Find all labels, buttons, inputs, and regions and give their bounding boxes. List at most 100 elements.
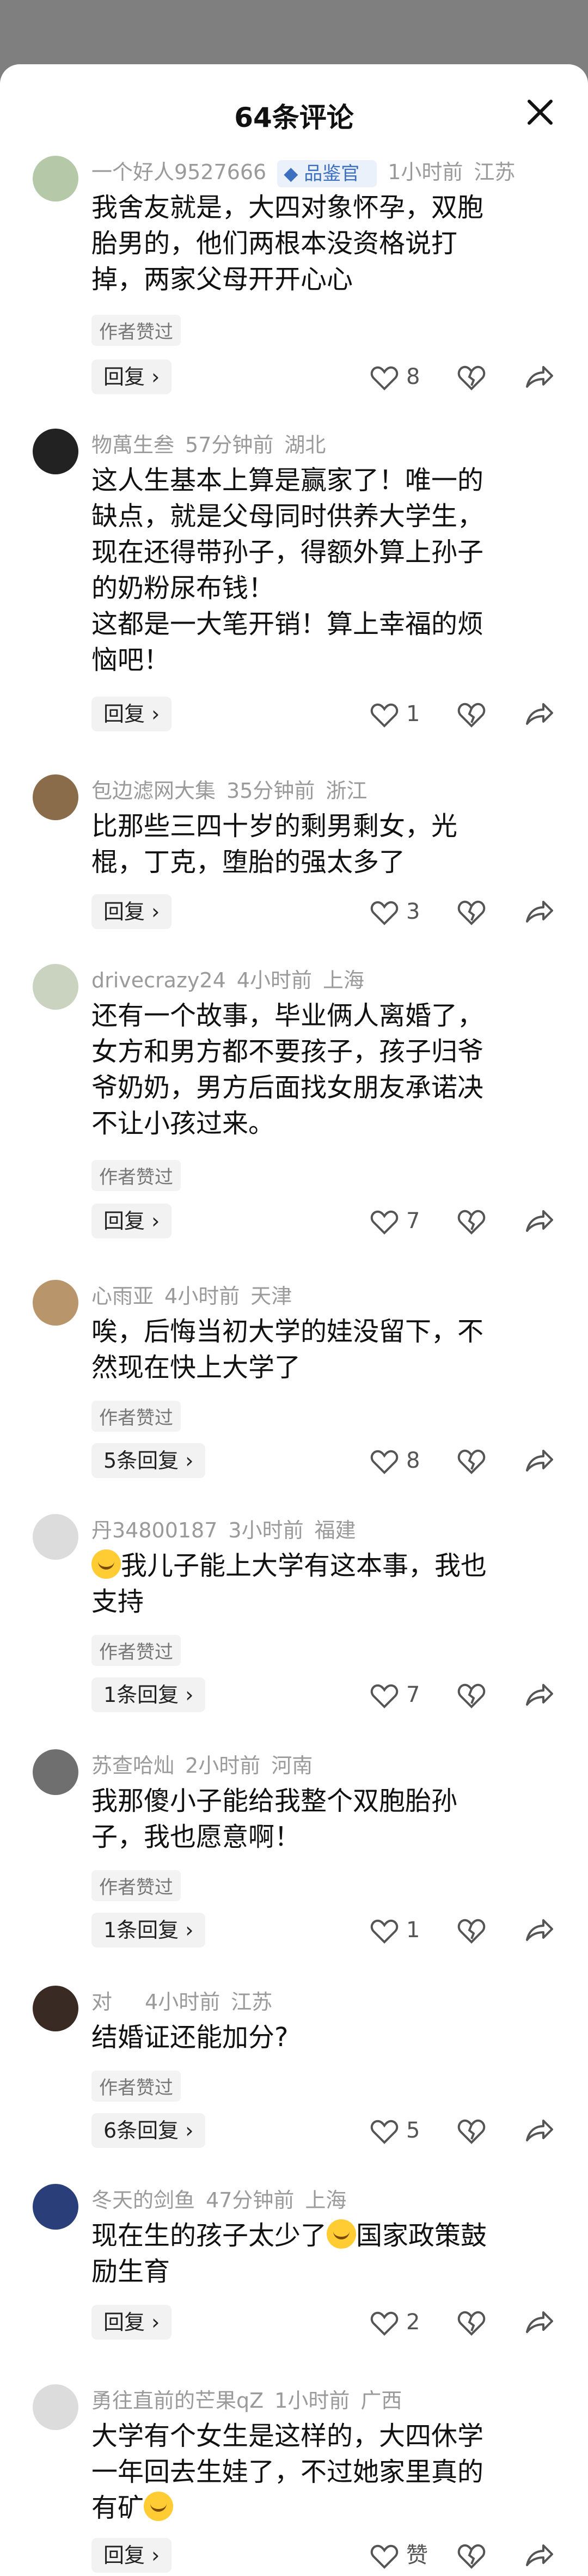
reply-button[interactable]: 回复 ›	[91, 2538, 172, 2573]
comment-region: 河南	[271, 1754, 313, 1778]
author-liked-tag: 作者赞过	[91, 1870, 181, 1901]
avatar[interactable]	[33, 429, 78, 474]
reply-button[interactable]: 5条回复 ›	[91, 1443, 206, 1478]
comment-time: 57分钟前	[185, 433, 274, 457]
like-button[interactable]: 7	[370, 1204, 420, 1238]
like-button[interactable]: 2	[370, 2305, 420, 2340]
author-liked-tag: 作者赞过	[91, 315, 181, 346]
comment-time: 4小时前	[164, 1284, 240, 1308]
avatar[interactable]	[33, 1986, 78, 2031]
comment-time: 47分钟前	[206, 2188, 295, 2212]
like-button[interactable]: 5	[370, 2113, 420, 2148]
comment-time: 35分钟前	[226, 779, 315, 803]
share-icon[interactable]	[523, 1444, 555, 1477]
avatar[interactable]	[33, 1514, 78, 1560]
reply-button[interactable]: 回复 ›	[91, 359, 172, 394]
avatar[interactable]	[33, 1280, 78, 1326]
comment-time: 4小时前	[145, 1990, 220, 2014]
like-count: 8	[406, 364, 420, 389]
avatar[interactable]	[33, 2384, 78, 2430]
comment-meta: 对 4小时前 江苏	[91, 1986, 283, 2018]
username[interactable]: drivecrazy24	[91, 968, 226, 992]
reply-button[interactable]: 回复 ›	[91, 1204, 172, 1238]
comment-time: 1小时前	[388, 160, 463, 184]
like-count: 3	[406, 899, 420, 924]
username[interactable]: 对	[91, 1990, 112, 2014]
share-icon[interactable]	[523, 1678, 555, 1711]
heart-icon	[370, 1684, 399, 1708]
share-icon[interactable]	[523, 1205, 555, 1237]
close-icon[interactable]	[524, 96, 556, 129]
share-icon[interactable]	[523, 2539, 555, 2572]
username[interactable]: 包边滤网大集	[91, 779, 216, 803]
comment-meta: 一个好人9527666 ◆ 品鉴官 1小时前 江苏	[91, 156, 526, 188]
broken-heart-icon[interactable]	[455, 2539, 488, 2572]
comment-meta: 心雨亚 4小时前 天津	[91, 1280, 303, 1313]
comment-meta: 物萬生叁 57分钟前 湖北	[91, 429, 336, 461]
like-button[interactable]: 7	[370, 1677, 420, 1712]
like-button[interactable]: 1	[370, 697, 420, 731]
broken-heart-icon[interactable]	[455, 895, 488, 928]
broken-heart-icon[interactable]	[455, 1205, 488, 1237]
reply-button[interactable]: 回复 ›	[91, 894, 172, 929]
like-button[interactable]: 1	[370, 1913, 420, 1948]
heart-icon	[370, 1210, 399, 1235]
like-button[interactable]: 3	[370, 894, 420, 929]
share-icon[interactable]	[523, 361, 555, 393]
broken-heart-icon[interactable]	[455, 1678, 488, 1711]
username[interactable]: 勇往直前的芒果qZ	[91, 2389, 264, 2413]
broken-heart-icon[interactable]	[455, 1914, 488, 1946]
username[interactable]: 丹34800187	[91, 1518, 217, 1542]
reply-button[interactable]: 1条回复 ›	[91, 1677, 206, 1712]
like-count: 2	[406, 2310, 420, 2335]
share-icon[interactable]	[523, 2306, 555, 2339]
share-icon[interactable]	[523, 895, 555, 928]
heart-icon	[370, 1919, 399, 1944]
emoji-icon	[91, 1549, 121, 1579]
username[interactable]: 苏查哈灿	[91, 1754, 174, 1778]
reply-button[interactable]: 1条回复 ›	[91, 1913, 206, 1948]
comment-count-title: 64条评论	[234, 102, 354, 133]
like-count: 5	[406, 2118, 420, 2143]
comment-meta: 丹34800187 3小时前 福建	[91, 1514, 367, 1547]
comment-time: 3小时前	[228, 1518, 304, 1542]
broken-heart-icon[interactable]	[455, 361, 488, 393]
comment-meta: 冬天的剑鱼 47分钟前 上海	[91, 2184, 357, 2217]
author-liked-tag: 作者赞过	[91, 1160, 181, 1191]
avatar[interactable]	[33, 156, 78, 202]
emoji-icon	[327, 2219, 357, 2249]
reply-button[interactable]: 回复 ›	[91, 697, 172, 731]
share-icon[interactable]	[523, 2114, 555, 2147]
share-icon[interactable]	[523, 698, 555, 730]
like-button[interactable]: 8	[370, 1443, 420, 1478]
username[interactable]: 冬天的剑鱼	[91, 2188, 195, 2212]
comment-text: 唉，后悔当初大学的娃没留下，不 然现在快上大学了	[91, 1316, 484, 1383]
comment-region: 湖北	[284, 433, 326, 457]
username[interactable]: 心雨亚	[91, 1284, 154, 1308]
heart-icon	[370, 1450, 399, 1474]
broken-heart-icon[interactable]	[455, 2306, 488, 2339]
broken-heart-icon[interactable]	[455, 2114, 488, 2147]
reply-button[interactable]: 回复 ›	[91, 2305, 172, 2340]
like-button[interactable]: 赞	[370, 2538, 428, 2573]
comment-region: 浙江	[326, 779, 367, 803]
heart-icon	[370, 366, 399, 390]
reply-button[interactable]: 6条回复 ›	[91, 2113, 206, 2148]
share-icon[interactable]	[523, 1914, 555, 1946]
avatar[interactable]	[33, 774, 78, 820]
username[interactable]: 一个好人9527666	[91, 160, 266, 184]
like-count: 赞	[406, 2543, 428, 2568]
like-button[interactable]: 8	[370, 359, 420, 394]
avatar[interactable]	[33, 2184, 78, 2230]
username[interactable]: 物萬生叁	[91, 433, 174, 457]
broken-heart-icon[interactable]	[455, 698, 488, 730]
like-count: 1	[406, 1918, 420, 1943]
avatar[interactable]	[33, 964, 78, 1010]
broken-heart-icon[interactable]	[455, 1444, 488, 1477]
avatar[interactable]	[33, 1749, 78, 1795]
comment-meta: 苏查哈灿 2小时前 河南	[91, 1749, 323, 1782]
comment-region: 上海	[322, 968, 364, 992]
heart-icon	[370, 2120, 399, 2144]
comment-text: 结婚证还能加分?	[91, 2022, 289, 2053]
heart-icon	[370, 2544, 399, 2569]
